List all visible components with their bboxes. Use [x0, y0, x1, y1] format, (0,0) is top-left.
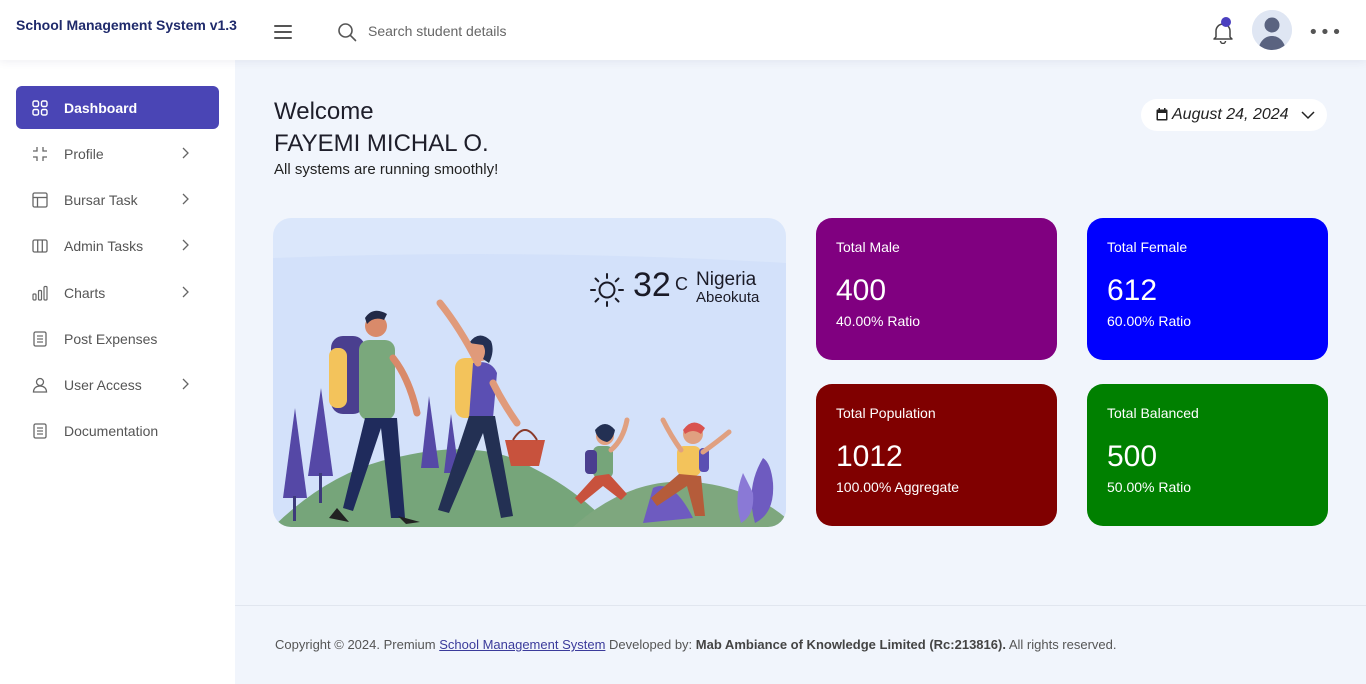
sidebar: Dashboard Profile Bursar Task Admin Task…	[0, 60, 235, 684]
calendar-icon	[1156, 108, 1168, 121]
stat-card-value: 612	[1107, 274, 1158, 307]
chevron-right-icon	[182, 286, 189, 298]
welcome-heading: Welcome FAYEMI MICHAL O.	[274, 96, 489, 160]
temperature-unit: C	[675, 274, 688, 294]
chevron-down-icon	[1301, 111, 1315, 120]
columns-icon	[32, 239, 48, 253]
bar-chart-icon	[32, 285, 48, 301]
chevron-right-icon	[182, 193, 189, 205]
user-name: FAYEMI MICHAL O.	[274, 130, 489, 157]
sidebar-item-label: User Access	[64, 377, 142, 393]
sidebar-item-label: Bursar Task	[64, 192, 138, 208]
footer-developed-by: Developed by:	[609, 637, 693, 652]
hiking-family-illustration	[273, 254, 786, 527]
date-picker[interactable]: August 24, 2024	[1141, 99, 1327, 131]
stat-card-subtext: 60.00% Ratio	[1107, 313, 1192, 329]
document-icon	[33, 423, 47, 439]
stat-card-subtext: 100.00% Aggregate	[836, 479, 959, 495]
footer-company: Mab Ambiance of Knowledge Limited (Rc:21…	[695, 637, 1006, 652]
stat-card-value: 400	[836, 274, 887, 307]
sun-icon	[590, 273, 624, 307]
footer-rights: All rights reserved.	[1008, 637, 1117, 652]
stat-card-total-population[interactable]: Total Population 1012 100.00% Aggregate	[816, 384, 1057, 526]
sidebar-item-label: Charts	[64, 285, 106, 301]
stat-card-value: 1012	[836, 440, 903, 473]
sidebar-item-label: Profile	[64, 146, 104, 162]
stat-card-title: Total Population	[836, 405, 936, 421]
more-options-icon[interactable]: •••	[1308, 22, 1343, 43]
footer-link-school-management-system[interactable]: School Management System	[439, 637, 605, 652]
notification-dot	[1221, 17, 1231, 27]
stat-card-subtext: 50.00% Ratio	[1107, 479, 1192, 495]
footer-copyright: Copyright © 2024. Premium	[275, 637, 436, 652]
dashboard-grid-icon	[32, 100, 48, 116]
footer: Copyright © 2024. Premium School Managem…	[275, 637, 1117, 652]
sidebar-item-label: Dashboard	[64, 100, 138, 116]
stat-card-total-male[interactable]: Total Male 400 40.00% Ratio	[816, 218, 1057, 360]
chevron-right-icon	[182, 147, 189, 159]
sidebar-item-charts[interactable]: Charts	[16, 271, 219, 314]
document-icon	[33, 331, 47, 347]
stat-card-value: 500	[1107, 440, 1158, 473]
search-input[interactable]	[368, 19, 668, 43]
stat-card-total-balanced[interactable]: Total Balanced 500 50.00% Ratio	[1087, 384, 1328, 526]
layout-icon	[32, 192, 48, 208]
search-icon[interactable]	[337, 22, 357, 42]
system-status-text: All systems are running smoothly!	[274, 161, 499, 178]
sidebar-item-user-access[interactable]: User Access	[16, 363, 219, 406]
date-label: August 24, 2024	[1172, 106, 1289, 123]
stat-card-subtext: 40.00% Ratio	[836, 313, 921, 329]
chevron-right-icon	[182, 239, 189, 251]
stat-card-title: Total Balanced	[1107, 405, 1199, 421]
stat-card-total-female[interactable]: Total Female 612 60.00% Ratio	[1087, 218, 1328, 360]
top-bar: School Management System v1.3 •••	[0, 0, 1366, 60]
sidebar-item-label: Post Expenses	[64, 331, 158, 347]
weather-country: Nigeria	[696, 269, 757, 290]
sidebar-item-label: Documentation	[64, 423, 159, 439]
chevron-right-icon	[182, 378, 189, 390]
menu-toggle-icon[interactable]	[274, 25, 292, 39]
shrink-icon	[33, 147, 47, 161]
avatar[interactable]	[1252, 10, 1292, 50]
app-brand[interactable]: School Management System v1.3	[16, 17, 237, 33]
user-icon	[32, 377, 48, 393]
sidebar-item-dashboard[interactable]: Dashboard	[16, 86, 219, 129]
stat-card-title: Total Male	[836, 239, 900, 255]
sidebar-item-bursar-task[interactable]: Bursar Task	[16, 178, 219, 221]
welcome-greeting: Welcome	[274, 98, 374, 125]
sidebar-item-post-expenses[interactable]: Post Expenses	[16, 317, 219, 360]
weather-illustration-card: 32 C Nigeria Abeokuta	[273, 218, 786, 527]
footer-divider	[235, 605, 1366, 606]
sidebar-item-profile[interactable]: Profile	[16, 132, 219, 175]
user-avatar-icon	[1252, 10, 1292, 50]
stat-card-title: Total Female	[1107, 239, 1188, 255]
temperature-value: 32	[633, 266, 671, 304]
sidebar-item-label: Admin Tasks	[64, 238, 144, 254]
sidebar-item-admin-tasks[interactable]: Admin Tasks	[16, 224, 219, 267]
sidebar-item-documentation[interactable]: Documentation	[16, 409, 219, 452]
weather-city: Abeokuta	[696, 289, 760, 306]
